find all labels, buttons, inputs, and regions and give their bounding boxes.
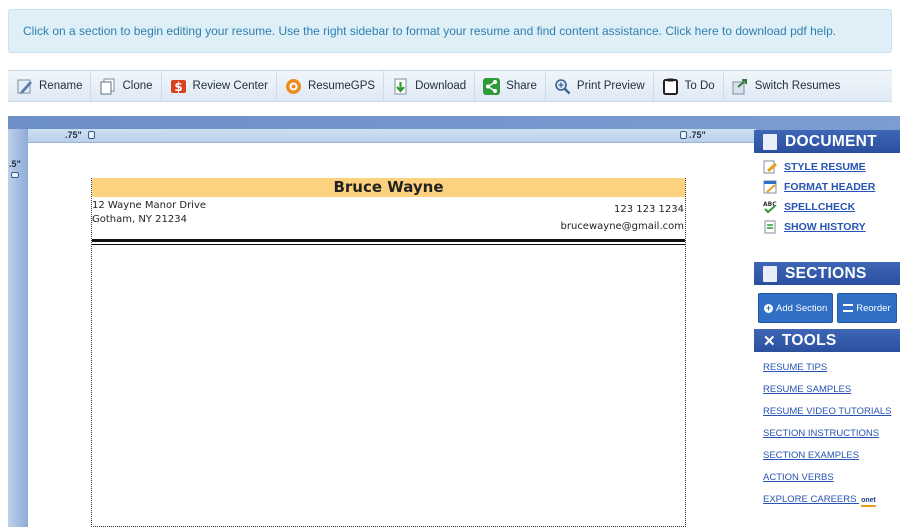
reorder-icon [843, 304, 854, 312]
sections-icon [763, 265, 777, 282]
review-center-button[interactable]: $ Review Center [162, 71, 277, 101]
format-header-label: FORMAT HEADER [784, 181, 876, 193]
rename-label: Rename [39, 80, 83, 92]
left-margin-label: .75" [65, 130, 82, 140]
svg-text:$: $ [174, 80, 182, 94]
clone-icon [99, 78, 116, 95]
gps-icon [285, 78, 302, 95]
tools-panel-header: ✕ TOOLS [754, 329, 900, 352]
share-icon [483, 77, 501, 95]
editor-workspace: .5" .75" .75" Bruce Wayne 12 Wayne Manor… [8, 116, 900, 527]
document-panel-title: DOCUMENT [785, 132, 877, 150]
print-preview-label: Print Preview [576, 80, 645, 92]
resume-body-section[interactable] [92, 247, 685, 527]
download-label: Download [415, 80, 467, 92]
action-verbs-link[interactable]: ACTION VERBS [754, 467, 900, 489]
email-address: brucewayne@gmail.com [560, 221, 684, 232]
sections-panel-header: SECTIONS [754, 262, 900, 285]
right-margin-label: .75" [689, 130, 706, 140]
section-instructions-link[interactable]: SECTION INSTRUCTIONS [754, 423, 900, 445]
share-button[interactable]: Share [475, 71, 546, 101]
review-center-label: Review Center [192, 80, 268, 92]
help-banner-text: Click on a section to begin editing your… [23, 24, 837, 38]
add-section-label: Add Section [776, 302, 828, 314]
format-header-link[interactable]: FORMAT HEADER [754, 177, 900, 197]
resume-video-tutorials-link[interactable]: RESUME VIDEO TUTORIALS [754, 401, 900, 423]
contact-address[interactable]: 12 Wayne Manor Drive Gotham, NY 21234 [92, 199, 206, 227]
resumegps-label: ResumeGPS [307, 80, 376, 92]
format-header-icon [763, 180, 777, 194]
switch-resumes-button[interactable]: Switch Resumes [724, 71, 849, 101]
top-margin-handle[interactable] [11, 172, 19, 178]
show-history-label: SHOW HISTORY [784, 221, 866, 233]
download-button[interactable]: Download [384, 71, 476, 101]
switch-icon [732, 78, 749, 95]
onet-badge: onet [861, 497, 876, 507]
horizontal-ruler[interactable]: .75" .75" [28, 129, 756, 143]
section-examples-link[interactable]: SECTION EXAMPLES [754, 445, 900, 467]
tools-panel-title: TOOLS [781, 331, 837, 349]
header-divider-thin [92, 244, 685, 245]
clone-label: Clone [122, 80, 153, 92]
spellcheck-label: SPELLCHECK [784, 201, 856, 213]
document-panel-header: DOCUMENT [754, 130, 900, 153]
pencil-icon [16, 78, 33, 95]
top-margin-label: .5" [9, 159, 21, 169]
print-preview-button[interactable]: Print Preview [546, 71, 654, 101]
phone-number: 123 123 1234 [614, 204, 684, 215]
resume-name[interactable]: Bruce Wayne [92, 178, 685, 197]
right-margin-handle[interactable] [680, 131, 687, 139]
download-icon [392, 78, 409, 95]
right-sidebar: DOCUMENT STYLE RESUME FORMAT HEADER ABC … [754, 130, 900, 527]
add-section-button[interactable]: + Add Section [758, 293, 834, 323]
reorder-label: Reorder [856, 302, 891, 314]
resume-page: .75" .75" Bruce Wayne 12 Wayne Manor Dri… [28, 129, 756, 527]
rename-button[interactable]: Rename [8, 71, 92, 101]
style-icon [763, 160, 777, 174]
resume-tips-link[interactable]: RESUME TIPS [754, 357, 900, 379]
contact-details[interactable]: 123 123 1234 brucewayne@gmail.com [561, 201, 684, 235]
explore-careers-link[interactable]: EXPLORE CAREERS onet [754, 489, 900, 511]
left-margin-handle[interactable] [88, 131, 95, 139]
resume-document[interactable]: Bruce Wayne 12 Wayne Manor Drive Gotham,… [91, 178, 686, 527]
history-icon [763, 220, 777, 234]
clipboard-icon [662, 78, 679, 95]
share-label: Share [506, 80, 537, 92]
resume-samples-link[interactable]: RESUME SAMPLES [754, 379, 900, 401]
todo-button[interactable]: To Do [654, 71, 724, 101]
address-line-2: Gotham, NY 21234 [92, 214, 187, 225]
sections-actions: + Add Section Reorder [754, 285, 900, 327]
address-line-1: 12 Wayne Manor Drive [92, 200, 207, 211]
document-links: STYLE RESUME FORMAT HEADER ABC SPELLCHEC… [754, 153, 900, 253]
switch-resumes-label: Switch Resumes [754, 80, 841, 92]
reorder-button[interactable]: Reorder [837, 293, 897, 323]
spellcheck-icon: ABC [763, 200, 777, 214]
vertical-ruler[interactable]: .5" [8, 129, 28, 527]
resumegps-button[interactable]: ResumeGPS [277, 71, 385, 101]
clone-button[interactable]: Clone [91, 71, 162, 101]
help-banner[interactable]: Click on a section to begin editing your… [8, 9, 892, 53]
explore-careers-label: EXPLORE CAREERS [763, 494, 857, 505]
plus-circle-icon: + [764, 302, 773, 313]
magnifier-icon [554, 78, 571, 95]
sections-panel-title: SECTIONS [785, 264, 867, 282]
todo-label: To Do [684, 80, 715, 92]
document-icon [763, 133, 777, 150]
editor-toolbar: Rename Clone $ Review Center ResumeGPS D… [8, 70, 892, 102]
header-divider-thick [92, 239, 685, 242]
style-resume-label: STYLE RESUME [784, 161, 866, 173]
spellcheck-link[interactable]: ABC SPELLCHECK [754, 197, 900, 217]
style-resume-link[interactable]: STYLE RESUME [754, 157, 900, 177]
tools-icon: ✕ [763, 332, 776, 350]
review-icon: $ [170, 78, 187, 95]
show-history-link[interactable]: SHOW HISTORY [754, 217, 900, 237]
tools-links: RESUME TIPS RESUME SAMPLES RESUME VIDEO … [754, 352, 900, 511]
